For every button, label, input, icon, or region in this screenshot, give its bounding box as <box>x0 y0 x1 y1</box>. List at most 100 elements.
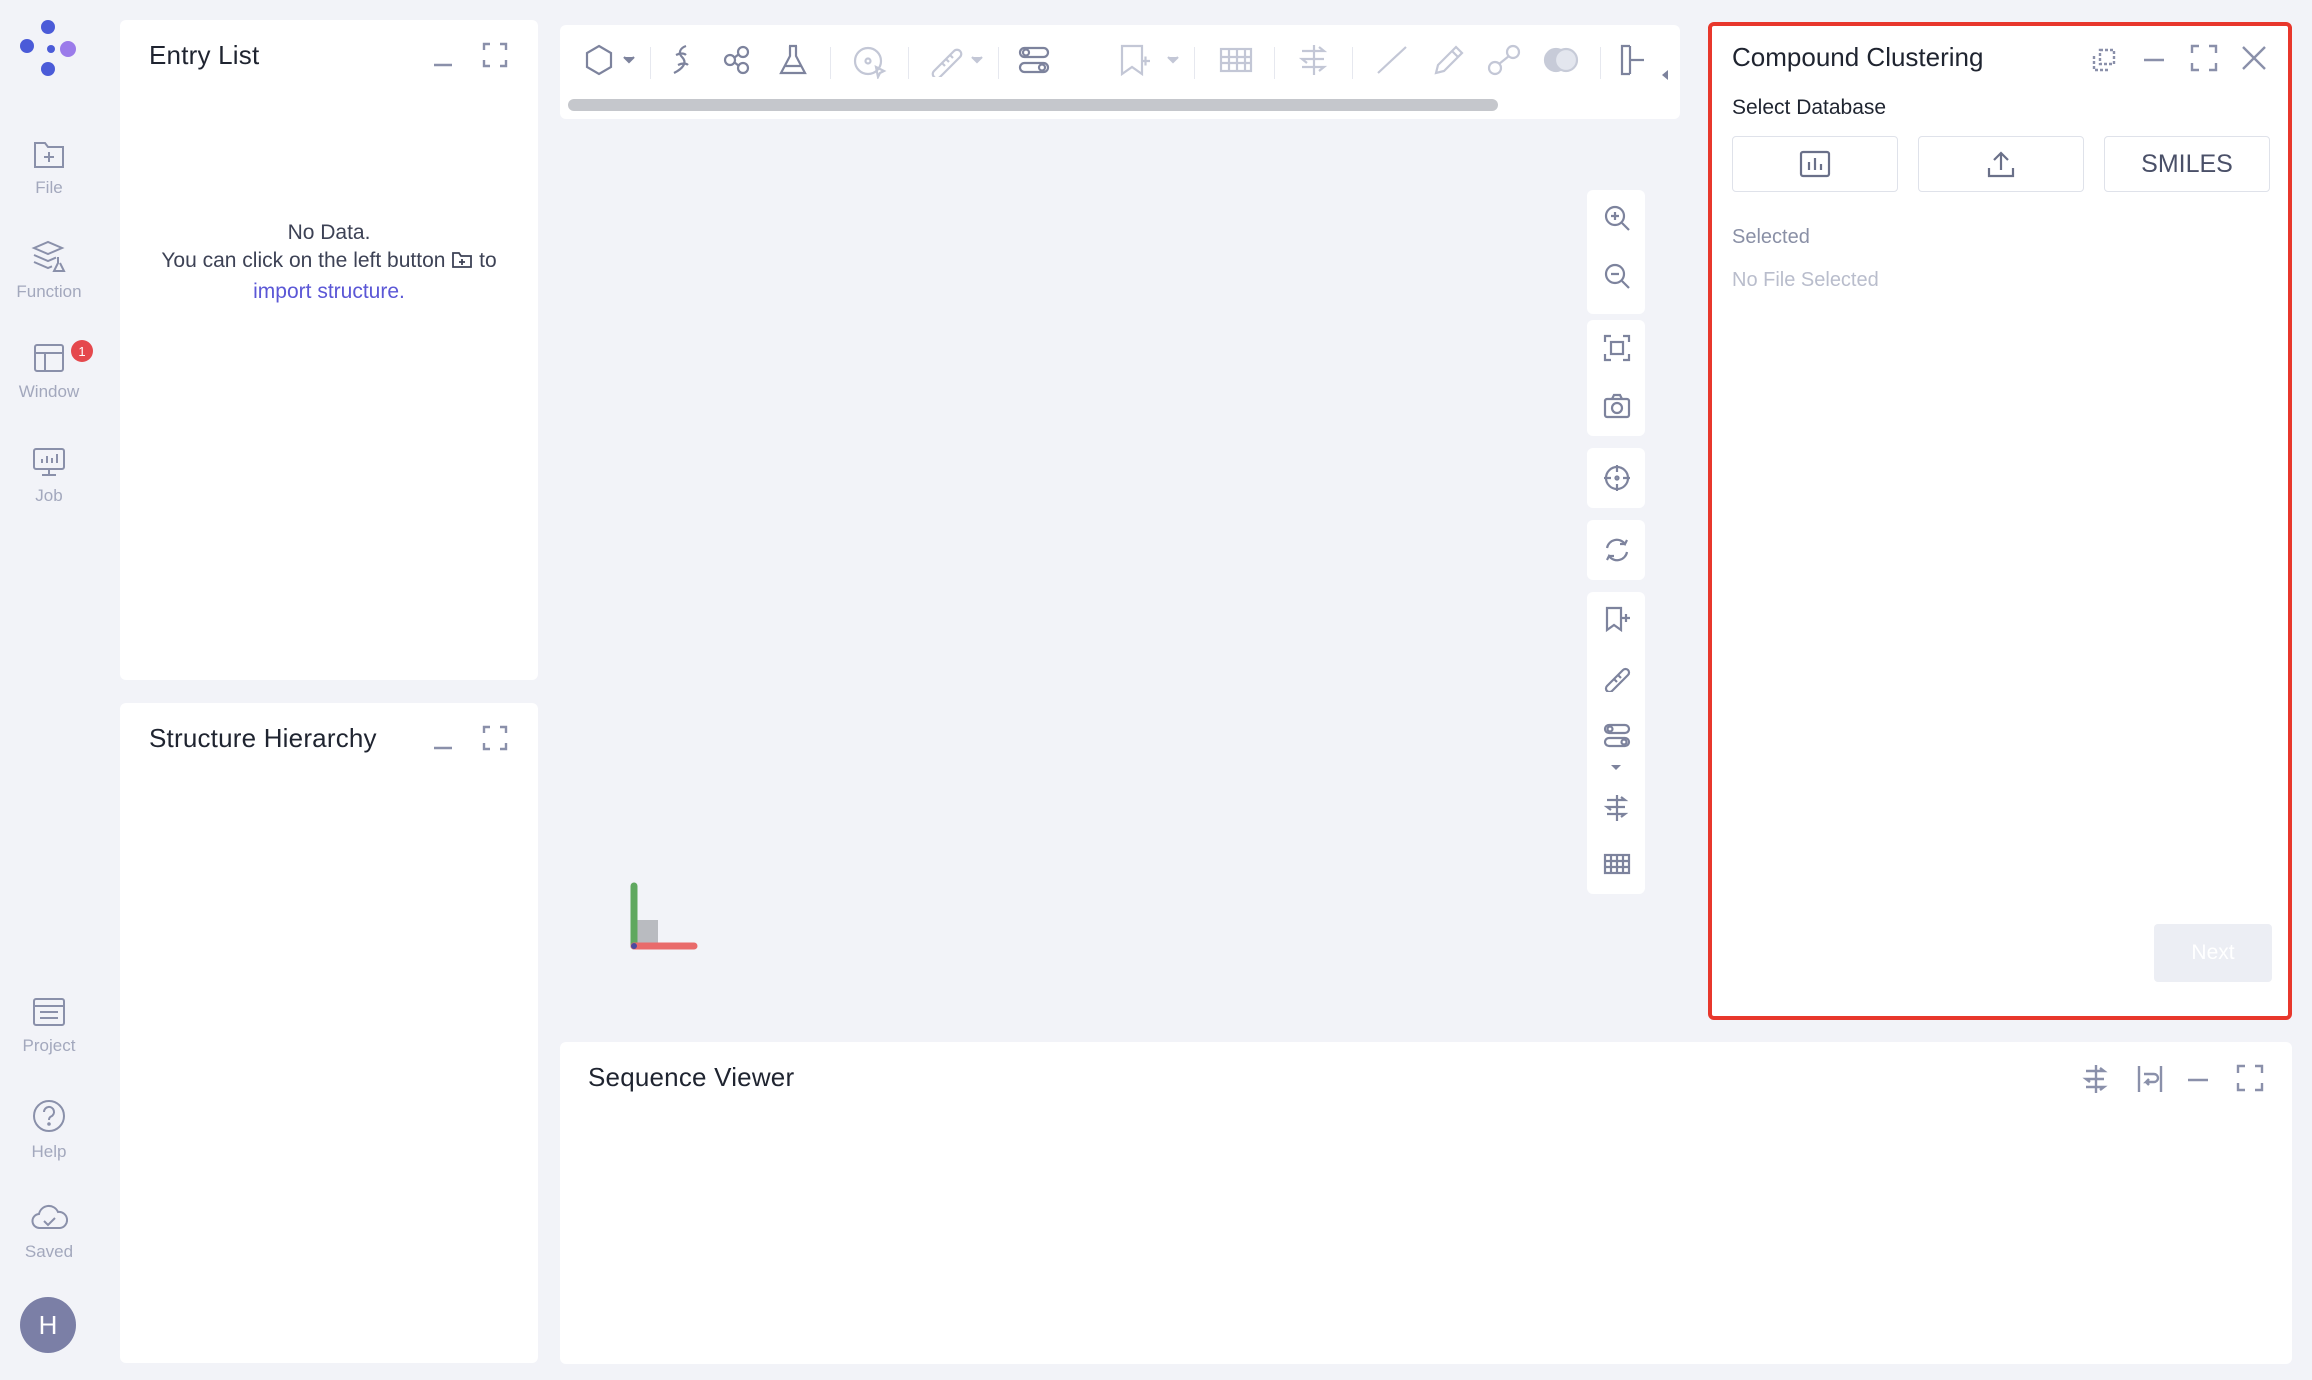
database-button[interactable] <box>1732 136 1898 192</box>
center-tool-group <box>1587 448 1645 508</box>
minimize-icon[interactable] <box>432 54 454 76</box>
empty-hint-suffix: to <box>479 249 497 272</box>
axis-indicator <box>630 882 698 950</box>
align-swap-icon[interactable] <box>2082 1064 2110 1094</box>
pencil-icon[interactable] <box>1430 43 1466 77</box>
app-logo[interactable] <box>18 18 78 78</box>
nav-window[interactable]: Window 1 <box>0 340 98 402</box>
nav-function-label: Function <box>16 282 82 301</box>
notification-badge: 1 <box>71 340 93 362</box>
bookmark-add-icon[interactable] <box>1603 606 1631 634</box>
help-icon <box>33 1100 65 1132</box>
toggle-settings-icon[interactable] <box>1603 722 1631 750</box>
surface-icon[interactable] <box>1542 43 1580 77</box>
nav-function[interactable]: Function <box>0 240 98 302</box>
close-icon[interactable] <box>2240 44 2268 72</box>
upload-button[interactable] <box>1918 136 2084 192</box>
nav-file-label: File <box>35 178 63 197</box>
fit-view-icon[interactable] <box>1603 334 1631 362</box>
maximize-icon[interactable] <box>482 725 508 751</box>
sequence-viewer-title: Sequence Viewer <box>588 1062 795 1092</box>
empty-hint: You can click on the left button to <box>120 246 538 276</box>
split-view-icon[interactable] <box>1618 43 1648 77</box>
nav-job[interactable]: Job <box>0 446 98 506</box>
upload-icon <box>1987 151 2015 178</box>
smiles-button[interactable]: SMILES <box>2104 136 2270 192</box>
hexagon-style-icon[interactable] <box>582 43 616 77</box>
chevron-down-icon[interactable] <box>622 55 636 65</box>
measure-ruler-icon[interactable] <box>1603 664 1631 692</box>
select-database-label: Select Database <box>1732 96 1887 119</box>
left-nav: File Function Window 1 Job Project Help … <box>0 0 98 1380</box>
bookmark-add-icon[interactable] <box>1116 43 1152 77</box>
collapse-toolbar-icon[interactable] <box>1660 69 1670 81</box>
entry-list-panel: Entry List No Data. You can click on the… <box>120 20 538 680</box>
camera-icon[interactable] <box>1603 392 1631 420</box>
rotate-icon[interactable] <box>1603 536 1631 564</box>
cloud-saved-icon <box>31 1204 68 1229</box>
nav-project-label: Project <box>22 1036 76 1055</box>
chevron-down-icon[interactable] <box>970 55 984 65</box>
maximize-icon[interactable] <box>2190 44 2218 72</box>
job-icon <box>33 448 65 476</box>
maximize-icon[interactable] <box>482 42 508 68</box>
compound-clustering-panel: Compound Clustering Select Database SMIL… <box>1708 22 2292 1020</box>
molecule-icon[interactable] <box>720 43 754 77</box>
nav-help[interactable]: Help <box>0 1098 98 1162</box>
next-button[interactable]: Next <box>2154 924 2272 982</box>
bond-tool-icon[interactable] <box>1486 43 1522 77</box>
window-icon <box>34 344 64 372</box>
user-avatar[interactable]: H <box>20 1297 76 1353</box>
minimize-icon[interactable] <box>2186 1068 2210 1092</box>
structure-hierarchy-panel: Structure Hierarchy <box>120 703 538 1363</box>
maximize-icon[interactable] <box>2236 1064 2264 1092</box>
folder-add-icon <box>452 252 473 268</box>
nav-file[interactable]: File <box>0 138 98 198</box>
minimize-icon[interactable] <box>432 737 454 759</box>
ribbon-icon[interactable] <box>664 43 698 77</box>
import-structure-link-text[interactable]: import structure. <box>253 280 405 303</box>
viewer-toolbar <box>560 25 1680 119</box>
nav-saved-label: Saved <box>24 1242 74 1261</box>
selected-label: Selected <box>1732 226 1810 248</box>
view-tool-group <box>1587 320 1645 436</box>
annotation-tool-group <box>1587 592 1645 894</box>
nav-project[interactable]: Project <box>0 996 98 1056</box>
detach-window-icon[interactable] <box>2090 46 2118 74</box>
database-chart-icon <box>1799 150 1831 178</box>
select-atom-icon[interactable] <box>852 43 888 79</box>
import-structure-link[interactable]: import structure. <box>120 277 538 307</box>
align-swap-icon[interactable] <box>1296 43 1332 77</box>
file-add-icon <box>34 142 64 168</box>
align-swap-icon[interactable] <box>1603 794 1631 822</box>
toolbar-scrollbar[interactable] <box>568 99 1498 111</box>
nav-help-label: Help <box>31 1142 67 1161</box>
nav-window-label: Window <box>18 382 80 401</box>
line-tool-icon[interactable] <box>1374 43 1410 77</box>
chevron-down-icon[interactable] <box>1166 55 1180 65</box>
empty-hint-prefix: You can click on the left button <box>161 249 446 272</box>
structure-hierarchy-title: Structure Hierarchy <box>149 723 377 753</box>
minimize-icon[interactable] <box>2142 48 2166 72</box>
wrap-lines-icon[interactable] <box>2136 1064 2164 1094</box>
empty-data-text: No Data. <box>287 221 371 244</box>
zoom-tool-group <box>1587 190 1645 314</box>
center-target-icon[interactable] <box>1603 464 1631 492</box>
measure-ruler-icon[interactable] <box>928 43 964 77</box>
flask-icon[interactable] <box>776 43 810 77</box>
zoom-in-icon[interactable] <box>1603 204 1631 232</box>
zoom-out-icon[interactable] <box>1603 262 1631 290</box>
selected-file-value: No File Selected <box>1732 269 1879 291</box>
surface-map-icon[interactable] <box>1218 43 1254 77</box>
rotate-tool-group <box>1587 520 1645 580</box>
nav-saved[interactable]: Saved <box>0 1202 98 1262</box>
function-icon <box>31 240 66 272</box>
entry-list-title: Entry List <box>149 40 260 70</box>
sequence-viewer-panel: Sequence Viewer <box>560 1042 2292 1364</box>
project-icon <box>33 998 65 1026</box>
compound-clustering-title: Compound Clustering <box>1732 42 1984 72</box>
surface-map-icon[interactable] <box>1603 850 1631 878</box>
nav-job-label: Job <box>35 486 63 505</box>
toggle-settings-icon[interactable] <box>1016 43 1052 77</box>
chevron-down-icon[interactable] <box>1610 764 1622 772</box>
